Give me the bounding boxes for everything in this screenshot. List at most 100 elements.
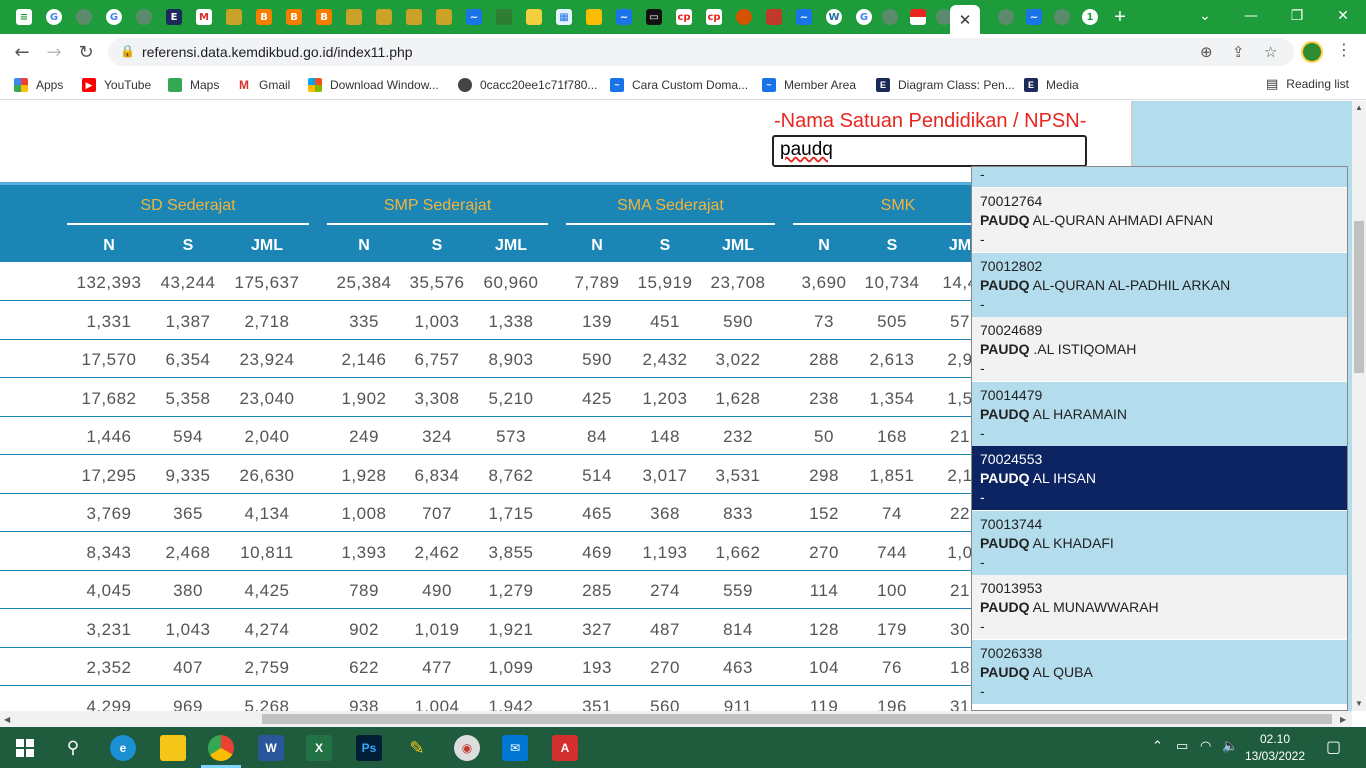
- tab-favicon-37[interactable]: 1: [1078, 5, 1102, 29]
- dropdown-item[interactable]: 70012764 PAUDQ AL-QURAN AHMADI AFNAN -: [972, 188, 1347, 252]
- dropdown-item[interactable]: 70012802 PAUDQ AL-QURAN AL-PADHIL ARKAN -: [972, 252, 1347, 317]
- excel-icon[interactable]: X: [306, 735, 332, 761]
- window-close-icon[interactable]: ✕: [1320, 4, 1366, 28]
- tab-favicon-16[interactable]: ~: [462, 5, 486, 29]
- vertical-scrollbar[interactable]: ▲ ▼: [1352, 101, 1366, 711]
- dropdown-item[interactable]: 70013744 PAUDQ AL KHADAFI -: [972, 510, 1347, 575]
- tab-favicon-13[interactable]: [372, 5, 396, 29]
- dropdown-item[interactable]: 70024553 PAUDQ AL IHSAN -: [972, 446, 1347, 510]
- tab-favicon-14[interactable]: [402, 5, 426, 29]
- tab-google-icon[interactable]: G: [42, 5, 66, 29]
- tab-blogger-icon-3[interactable]: B: [312, 5, 336, 29]
- tools-icon[interactable]: ✎: [404, 735, 430, 761]
- dropdown-item[interactable]: 70014479 PAUDQ AL HARAMAIN -: [972, 381, 1347, 446]
- scroll-right-arrow-icon[interactable]: ▶: [1340, 715, 1346, 724]
- profile-avatar[interactable]: [1301, 41, 1323, 63]
- dropdown-item[interactable]: 70013953 PAUDQ AL MUNAWWARAH -: [972, 575, 1347, 639]
- minimize-icon[interactable]: —: [1228, 4, 1274, 28]
- photoshop-icon[interactable]: Ps: [356, 735, 382, 761]
- tab-search-chevron-icon[interactable]: ⌄: [1182, 4, 1228, 28]
- tab-favicon-24[interactable]: cp: [702, 5, 726, 29]
- forward-arrow-icon[interactable]: →: [42, 40, 66, 64]
- bookmark-download-windows[interactable]: Download Window...: [308, 76, 439, 94]
- start-windows-icon[interactable]: [12, 735, 38, 761]
- bookmark-gmail[interactable]: M Gmail: [237, 76, 290, 94]
- tab-flag-icon[interactable]: [906, 5, 930, 29]
- zoom-icon[interactable]: ⊕: [1200, 43, 1213, 61]
- star-icon[interactable]: ☆: [1264, 43, 1277, 61]
- dropdown-item[interactable]: 70026338 PAUDQ AL QUBA -: [972, 639, 1347, 704]
- tab-favicon-36[interactable]: [1050, 5, 1074, 29]
- mail-icon[interactable]: ✉: [502, 735, 528, 761]
- word-icon[interactable]: W: [258, 735, 284, 761]
- tab-favicon-12[interactable]: [342, 5, 366, 29]
- edge-icon[interactable]: e: [110, 735, 136, 761]
- tab-favicon-5[interactable]: [132, 5, 156, 29]
- notification-icon[interactable]: ▢: [1326, 737, 1341, 756]
- tab-gmail-icon[interactable]: M: [192, 5, 216, 29]
- reading-list[interactable]: ▤ Reading list: [1266, 76, 1349, 92]
- tab-drive-icon[interactable]: [582, 5, 606, 29]
- vertical-scroll-thumb[interactable]: [1354, 221, 1364, 373]
- wifi-icon[interactable]: ◠: [1200, 739, 1211, 754]
- tab-favicon-26[interactable]: [762, 5, 786, 29]
- tab-e-icon[interactable]: E: [162, 5, 186, 29]
- bookmark-media[interactable]: E Media: [1024, 76, 1079, 94]
- speaker-icon[interactable]: 🔈: [1222, 739, 1238, 754]
- tab-favicon-1[interactable]: ≡: [12, 5, 36, 29]
- tab-wordpress-icon[interactable]: W: [822, 5, 846, 29]
- scroll-down-arrow-icon[interactable]: ▼: [1355, 699, 1363, 708]
- address-bar[interactable]: 🔒 referensi.data.kemdikbud.go.id/index11…: [108, 38, 1294, 66]
- tab-favicon-23[interactable]: cp: [672, 5, 696, 29]
- tab-blogger-icon[interactable]: B: [252, 5, 276, 29]
- tab-favicon-27[interactable]: ~: [792, 5, 816, 29]
- tab-favicon-19[interactable]: ▦: [552, 5, 576, 29]
- menu-kebab-icon[interactable]: ⋮: [1336, 40, 1352, 60]
- scroll-up-arrow-icon[interactable]: ▲: [1355, 103, 1363, 112]
- search-input-value[interactable]: paudq: [780, 139, 833, 160]
- tab-favicon-35[interactable]: ~: [1022, 5, 1046, 29]
- battery-icon[interactable]: ▭: [1176, 739, 1188, 754]
- url-text[interactable]: referensi.data.kemdikbud.go.id/index11.p…: [142, 44, 413, 60]
- bookmark-cara-custom[interactable]: ~ Cara Custom Doma...: [610, 76, 748, 94]
- file-explorer-icon[interactable]: [160, 735, 186, 761]
- pdf-icon[interactable]: A: [552, 735, 578, 761]
- search-input[interactable]: paudq: [772, 135, 1087, 167]
- reload-icon[interactable]: ↻: [74, 40, 98, 64]
- bookmark-diagram-class[interactable]: E Diagram Class: Pen...: [876, 76, 1015, 94]
- chrome-icon[interactable]: [208, 735, 234, 761]
- bookmark-hash[interactable]: 0cacc20ee1c71f780...: [458, 76, 597, 94]
- horizontal-scroll-thumb[interactable]: [262, 714, 1332, 724]
- tab-favicon-17[interactable]: [492, 5, 516, 29]
- restore-icon[interactable]: ❐: [1274, 4, 1320, 28]
- clock[interactable]: 02.10 13/03/2022: [1240, 731, 1310, 765]
- dropdown-item-partial[interactable]: -: [972, 167, 1347, 187]
- tab-favicon-3[interactable]: [72, 5, 96, 29]
- tab-favicon-15[interactable]: [432, 5, 456, 29]
- tab-favicon-8[interactable]: [222, 5, 246, 29]
- paint-icon[interactable]: ◉: [454, 735, 480, 761]
- tab-favicon-22[interactable]: ▭: [642, 5, 666, 29]
- bookmark-youtube[interactable]: ▶ YouTube: [82, 76, 151, 94]
- horizontal-scrollbar[interactable]: ◀ ▶: [0, 711, 1352, 727]
- bookmark-apps[interactable]: Apps: [14, 76, 63, 94]
- tab-blogger-icon-2[interactable]: B: [282, 5, 306, 29]
- tab-favicon-25[interactable]: [732, 5, 756, 29]
- back-arrow-icon[interactable]: ←: [10, 40, 34, 64]
- tray-chevron-up-icon[interactable]: ⌃: [1152, 739, 1163, 754]
- tab-google-icon-2[interactable]: G: [102, 5, 126, 29]
- tab-google-icon-3[interactable]: G: [852, 5, 876, 29]
- bookmark-member-area[interactable]: ~ Member Area: [762, 76, 856, 94]
- tab-favicon-34[interactable]: [994, 5, 1018, 29]
- bookmark-maps[interactable]: Maps: [168, 76, 219, 94]
- tab-favicon-30[interactable]: [878, 5, 902, 29]
- dropdown-item[interactable]: 70024689 PAUDQ .AL ISTIQOMAH -: [972, 317, 1347, 381]
- scroll-left-arrow-icon[interactable]: ◀: [4, 715, 10, 724]
- tab-favicon-18[interactable]: [522, 5, 546, 29]
- tab-favicon-21[interactable]: ~: [612, 5, 636, 29]
- tab-active[interactable]: ✕: [950, 5, 980, 34]
- search-icon[interactable]: ⚲: [60, 735, 86, 761]
- close-icon[interactable]: ✕: [959, 11, 972, 29]
- share-icon[interactable]: ⇪: [1232, 43, 1245, 61]
- new-tab-plus-icon[interactable]: +: [1108, 5, 1132, 29]
